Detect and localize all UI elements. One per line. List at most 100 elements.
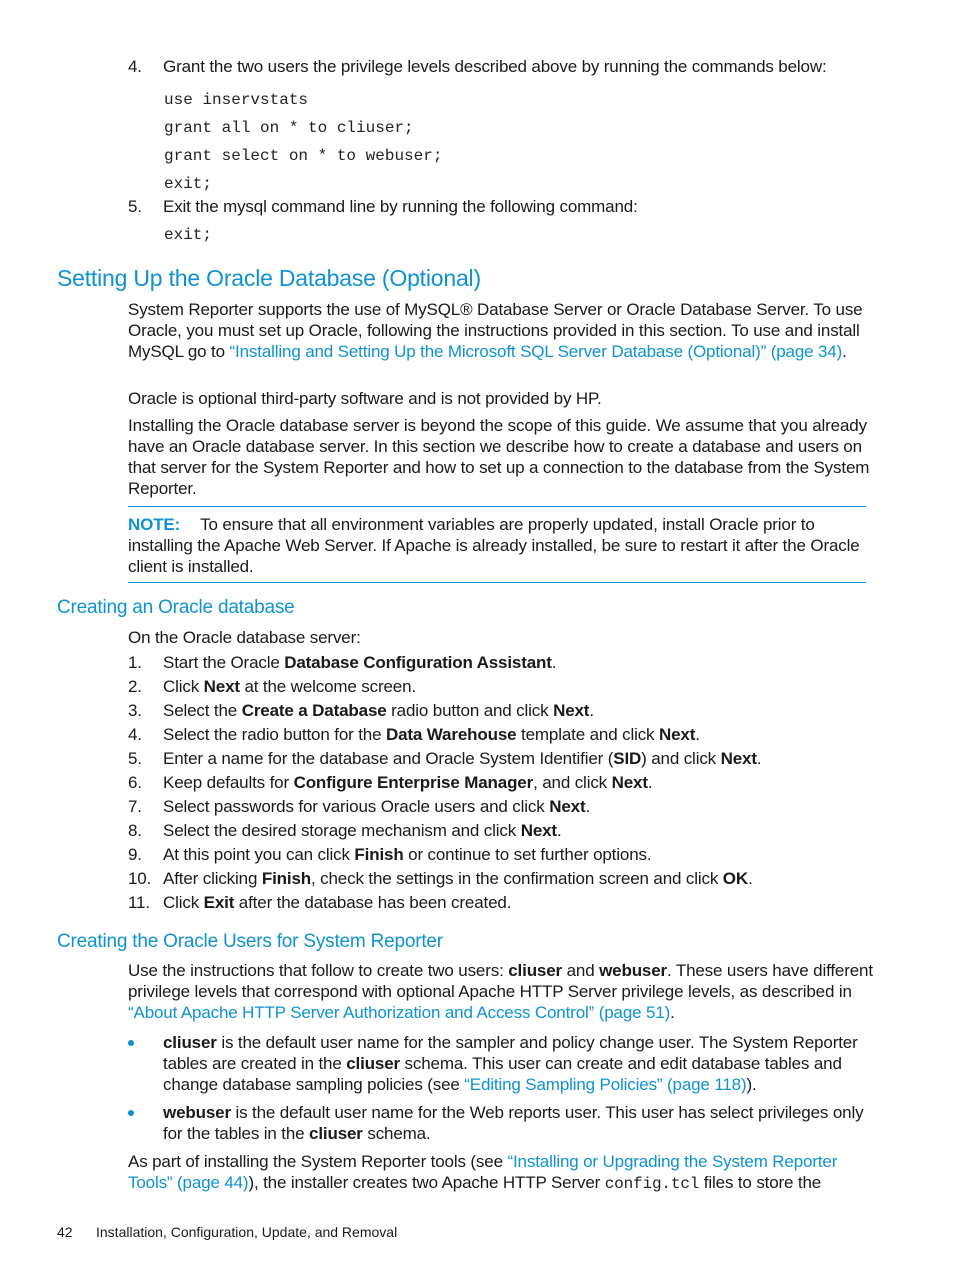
step-number: 2. [128, 677, 142, 696]
paragraph-text: Use the instructions that follow to crea… [128, 961, 509, 980]
term-cliuser: cliuser [346, 1054, 400, 1073]
page-number: 42 [57, 1224, 73, 1240]
code-line-exit: exit; [164, 226, 213, 244]
list-item: 9. At this point you can click Finish or … [0, 844, 954, 865]
step-text: Select the Create a Database radio butto… [163, 700, 594, 721]
footer-chapter-title: Installation, Configuration, Update, and… [96, 1224, 398, 1240]
list-item: 1. Start the Oracle Database Configuratio… [0, 652, 954, 673]
subsection-heading-create-db: Creating an Oracle database [57, 597, 295, 618]
term-cliuser: cliuser [508, 961, 563, 980]
step-text-part: At this point you can click [163, 845, 355, 864]
ui-term: SID [613, 749, 642, 768]
step-text-part: , and click [533, 773, 612, 792]
term-cliuser: cliuser [163, 1033, 217, 1052]
step-text-part: Select the [163, 701, 242, 720]
bullet-icon [128, 1110, 134, 1116]
list-item: 11. Click Exit after the database has bee… [0, 892, 954, 913]
bullet-webuser: webuser is the default user name for the… [163, 1102, 873, 1144]
paragraph-text: files to store the [699, 1173, 822, 1192]
step-text: Click Next at the welcome screen. [163, 676, 416, 697]
term-webuser: webuser [599, 961, 667, 980]
create-db-lead: On the Oracle database server: [128, 628, 361, 647]
subsection-heading-users: Creating the Oracle Users for System Rep… [57, 931, 443, 952]
ui-term: Next [720, 749, 757, 768]
code-config-tcl: config.tcl [604, 1175, 700, 1193]
step-text-part: Select the radio button for the [163, 725, 386, 744]
link-apache-auth[interactable]: “About Apache HTTP Server Authorization … [128, 1003, 670, 1022]
ui-term: Next [520, 821, 557, 840]
step-text: Select the radio button for the Data War… [163, 724, 700, 745]
ui-term: OK [722, 869, 748, 888]
ui-term: Configure Enterprise Manager [293, 773, 534, 792]
paragraph-text: ), the installer creates two Apache HTTP… [248, 1173, 605, 1192]
step-text-part: . [748, 869, 753, 888]
paragraph-text: . [842, 342, 847, 361]
code-line: grant all on * to cliuser; [164, 119, 414, 137]
step-5-row: 5. Exit the mysql command line by runnin… [0, 196, 954, 217]
list-item: 6. Keep defaults for Configure Enterprise… [0, 772, 954, 793]
step-number: 11. [128, 893, 150, 912]
step-number: 3. [128, 701, 142, 720]
step-number: 5. [128, 749, 142, 768]
step-number: 4. [128, 57, 142, 76]
step-text-part: after the database has been created. [234, 893, 512, 912]
ui-term: Exit [203, 893, 235, 912]
step-text-part: . [585, 797, 591, 816]
step-text: Select passwords for various Oracle user… [163, 796, 590, 817]
list-item: 5. Enter a name for the database and Orac… [0, 748, 954, 769]
step-text-part: or continue to set further options. [403, 845, 652, 864]
step-text-part: Start the Oracle [163, 653, 285, 672]
users-intro-paragraph: Use the instructions that follow to crea… [128, 960, 873, 1023]
code-line: use inservstats [164, 91, 309, 109]
note-text: To ensure that all environment variables… [128, 515, 860, 576]
term-webuser: webuser [163, 1103, 231, 1122]
oracle-scope-paragraph: Installing the Oracle database server is… [128, 416, 870, 498]
list-item: 3. Select the Create a Database radio but… [0, 700, 954, 721]
step-text: Click Exit after the database has been c… [163, 892, 511, 913]
step-text: At this point you can click Finish or co… [163, 844, 652, 865]
step-text-part: , check the settings in the confirmation… [311, 869, 723, 888]
step-text: After clicking Finish, check the setting… [163, 868, 753, 889]
oracle-intro-paragraph: System Reporter supports the use of MySQ… [128, 299, 873, 362]
ui-term: Next [553, 701, 590, 720]
note-bottom-rule [128, 582, 866, 583]
step-text-part: Enter a name for the database and Oracle… [163, 749, 614, 768]
step-text-part: ) and click [641, 749, 721, 768]
oracle-optional-paragraph: Oracle is optional third-party software … [128, 389, 602, 408]
ui-term: Next [203, 677, 240, 696]
step-text-part: Keep defaults for [163, 773, 294, 792]
step-number: 5. [128, 197, 142, 216]
step-text-part: Select passwords for various Oracle user… [163, 797, 550, 816]
list-item: 4. Select the radio button for the Data W… [0, 724, 954, 745]
step-number: 7. [128, 797, 142, 816]
step-number: 4. [128, 725, 142, 744]
section-heading-oracle: Setting Up the Oracle Database (Optional… [57, 265, 481, 291]
step-text-part: . [756, 749, 762, 768]
step-text: Enter a name for the database and Oracle… [163, 748, 762, 769]
paragraph-text: and [562, 961, 600, 980]
step-text-part: . [647, 773, 653, 792]
ui-term: Finish [261, 869, 311, 888]
ui-term: Next [658, 725, 696, 744]
note-top-rule [128, 506, 866, 507]
step-text-part: . [556, 821, 562, 840]
paragraph-text: As part of installing the System Reporte… [128, 1152, 508, 1171]
step-text: Select the desired storage mechanism and… [163, 820, 562, 841]
code-block-grant: use inservstats grant all on * to cliuse… [164, 86, 442, 198]
step-text-part: template and click [516, 725, 659, 744]
step-text-part: Click [163, 893, 204, 912]
step-number: 1. [128, 653, 142, 672]
note-box: NOTE: To ensure that all environment vari… [128, 514, 873, 577]
ui-term: Next [611, 773, 648, 792]
step-number: 6. [128, 773, 142, 792]
link-mssql-section[interactable]: “Installing and Setting Up the Microsoft… [230, 342, 843, 361]
step-number: 10. [128, 869, 152, 888]
list-item: 10. After clicking Finish, check the sett… [0, 868, 954, 889]
ui-term: Finish [354, 845, 404, 864]
list-item: 2. Click Next at the welcome screen. [0, 676, 954, 697]
bullet-icon [128, 1040, 134, 1046]
step-text-part: radio button and click [386, 701, 554, 720]
list-item: 7. Select passwords for various Oracle us… [0, 796, 954, 817]
code-line: grant select on * to webuser; [164, 147, 443, 165]
link-editing-sampling-policies[interactable]: “Editing Sampling Policies” (page 118) [464, 1075, 746, 1094]
